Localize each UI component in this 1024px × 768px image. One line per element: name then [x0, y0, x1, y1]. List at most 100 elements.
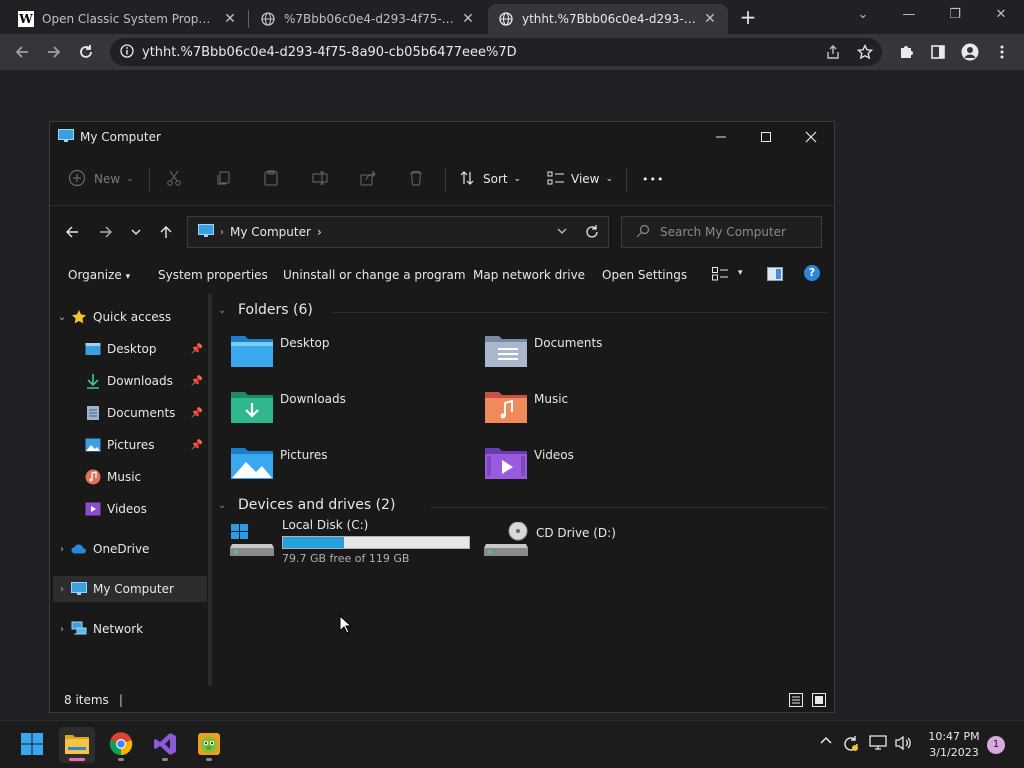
change-view-icon[interactable] [712, 267, 728, 284]
folder-downloads[interactable]: Downloads [230, 388, 470, 436]
paste-button[interactable] [263, 168, 279, 190]
search-icon [636, 224, 650, 241]
taskbar-game-app[interactable] [191, 727, 227, 763]
nav-network[interactable]: › Network [53, 616, 207, 642]
taskbar-file-explorer[interactable] [59, 727, 95, 763]
organize-menu[interactable]: Organize ▾ [68, 268, 130, 282]
address-history-chevron-icon[interactable] [556, 225, 568, 240]
drive-cd-d[interactable]: CD Drive (D:) [484, 518, 744, 568]
browser-restore-button[interactable]: ❐ [932, 4, 978, 26]
pin-icon[interactable]: 📌 [191, 344, 203, 355]
drives-group-header[interactable]: ⌄ Devices and drives (2) [218, 497, 395, 513]
new-button[interactable]: New ⌄ [68, 168, 134, 190]
tab-search-chevron-icon[interactable]: ⌄ [840, 4, 886, 26]
browser-tab-2[interactable]: %7Bbb06c0e4-d293-4f75-8a90-cb05b6477eee%… [250, 4, 486, 34]
notification-badge[interactable]: 1 [987, 736, 1005, 754]
preview-pane-icon[interactable] [767, 267, 783, 284]
browser-minimize-button[interactable]: — [886, 4, 932, 26]
network-status-icon[interactable] [869, 735, 887, 755]
nav-documents[interactable]: Documents 📌 [53, 400, 207, 426]
more-options-button[interactable]: ••• [642, 168, 664, 190]
drive-local-disk-c[interactable]: Local Disk (C:) 79.7 GB free of 119 GB [230, 518, 490, 568]
refresh-icon[interactable] [584, 224, 600, 243]
desktop-folder-icon [230, 332, 274, 372]
pin-icon[interactable]: 📌 [191, 440, 203, 451]
side-panel-icon[interactable] [926, 40, 950, 64]
rename-button[interactable] [312, 168, 328, 190]
breadcrumb-chevron-icon[interactable]: › [317, 225, 322, 239]
folder-desktop[interactable]: Desktop [230, 332, 470, 380]
browser-tab-3-active[interactable]: ythht.%7Bbb06c0e4-d293-4f75-8a90-cb05b64… [488, 4, 728, 34]
taskbar-chrome[interactable] [103, 727, 139, 763]
explorer-close-button[interactable] [788, 122, 834, 152]
folder-videos[interactable]: Videos [484, 444, 724, 492]
recent-locations-chevron-icon[interactable] [124, 220, 148, 244]
info-icon[interactable] [120, 43, 134, 61]
reload-icon[interactable] [74, 40, 98, 64]
chevron-right-icon[interactable]: › [53, 584, 71, 595]
browser-close-button[interactable]: ✕ [978, 4, 1024, 26]
copy-button[interactable] [216, 168, 232, 190]
explorer-address-bar[interactable]: › My Computer › [187, 216, 609, 248]
browser-menu-kebab-icon[interactable] [990, 40, 1014, 64]
back-arrow-icon[interactable] [60, 220, 84, 244]
close-tab-icon[interactable]: ✕ [222, 11, 238, 27]
uninstall-program-button[interactable]: Uninstall or change a program [283, 268, 466, 282]
nav-quick-access[interactable]: ⌄ Quick access [53, 304, 207, 330]
explorer-maximize-button[interactable] [743, 122, 789, 152]
explorer-minimize-button[interactable] [698, 122, 744, 152]
pin-icon[interactable]: 📌 [191, 408, 203, 419]
chevron-down-icon[interactable]: ⌄ [53, 312, 71, 323]
explorer-search-input[interactable]: Search My Computer [621, 216, 822, 248]
folders-group-header[interactable]: ⌄ Folders (6) [218, 302, 313, 318]
close-tab-icon[interactable]: ✕ [702, 11, 718, 27]
forward-arrow-icon[interactable] [94, 220, 118, 244]
nav-onedrive[interactable]: › OneDrive [53, 536, 207, 562]
bookmark-star-icon[interactable] [856, 43, 874, 60]
map-network-drive-button[interactable]: Map network drive [473, 268, 585, 282]
taskbar-visual-studio[interactable] [147, 727, 183, 763]
extensions-puzzle-icon[interactable] [894, 40, 918, 64]
view-button[interactable]: View ⌄ [547, 168, 613, 190]
profile-avatar-icon[interactable] [958, 40, 982, 64]
cut-button[interactable] [166, 168, 182, 190]
system-clock[interactable]: 10:47 PM 3/1/2023 [924, 729, 984, 761]
nav-downloads[interactable]: Downloads 📌 [53, 368, 207, 394]
show-hidden-icons-chevron-icon[interactable] [819, 733, 833, 751]
view-label: View [571, 172, 600, 186]
browser-tab-1[interactable]: W Open Classic System Properties in Wind… [8, 4, 248, 34]
forward-arrow-icon[interactable] [42, 40, 66, 64]
nav-my-computer[interactable]: › My Computer [53, 576, 207, 602]
nav-music[interactable]: Music [53, 464, 207, 490]
system-properties-button[interactable]: System properties [158, 268, 268, 282]
back-arrow-icon[interactable] [10, 40, 34, 64]
up-arrow-icon[interactable] [154, 220, 178, 244]
view-options-chevron-icon[interactable]: ▾ [738, 268, 743, 278]
drive-name: CD Drive (D:) [536, 526, 616, 540]
new-tab-button[interactable]: + [736, 6, 760, 30]
share-icon[interactable] [825, 44, 841, 60]
share-button[interactable] [360, 168, 376, 190]
help-icon[interactable]: ? [804, 265, 820, 281]
nav-desktop[interactable]: Desktop 📌 [53, 336, 207, 362]
address-row: › My Computer › Search My Computer [50, 212, 834, 252]
close-tab-icon[interactable]: ✕ [460, 11, 476, 27]
details-view-icon[interactable] [789, 693, 803, 710]
folder-pictures[interactable]: Pictures [230, 444, 470, 492]
chevron-right-icon[interactable]: › [53, 624, 71, 635]
delete-button[interactable] [408, 168, 424, 190]
folder-documents[interactable]: Documents [484, 332, 724, 380]
address-bar[interactable]: ythht.%7Bbb06c0e4-d293-4f75-8a90-cb05b64… [110, 38, 882, 66]
start-button[interactable] [14, 727, 50, 763]
folder-music[interactable]: Music [484, 388, 724, 436]
chevron-right-icon[interactable]: › [53, 544, 71, 555]
open-settings-button[interactable]: Open Settings [602, 268, 687, 282]
volume-speaker-icon[interactable] [894, 735, 912, 755]
sync-refresh-icon[interactable] [842, 735, 860, 757]
nav-videos[interactable]: Videos [53, 496, 207, 522]
large-icons-view-icon[interactable] [812, 693, 826, 710]
breadcrumb-my-computer[interactable]: My Computer [230, 225, 311, 239]
nav-pictures[interactable]: Pictures 📌 [53, 432, 207, 458]
pin-icon[interactable]: 📌 [191, 376, 203, 387]
sort-button[interactable]: Sort ⌄ [459, 168, 521, 190]
